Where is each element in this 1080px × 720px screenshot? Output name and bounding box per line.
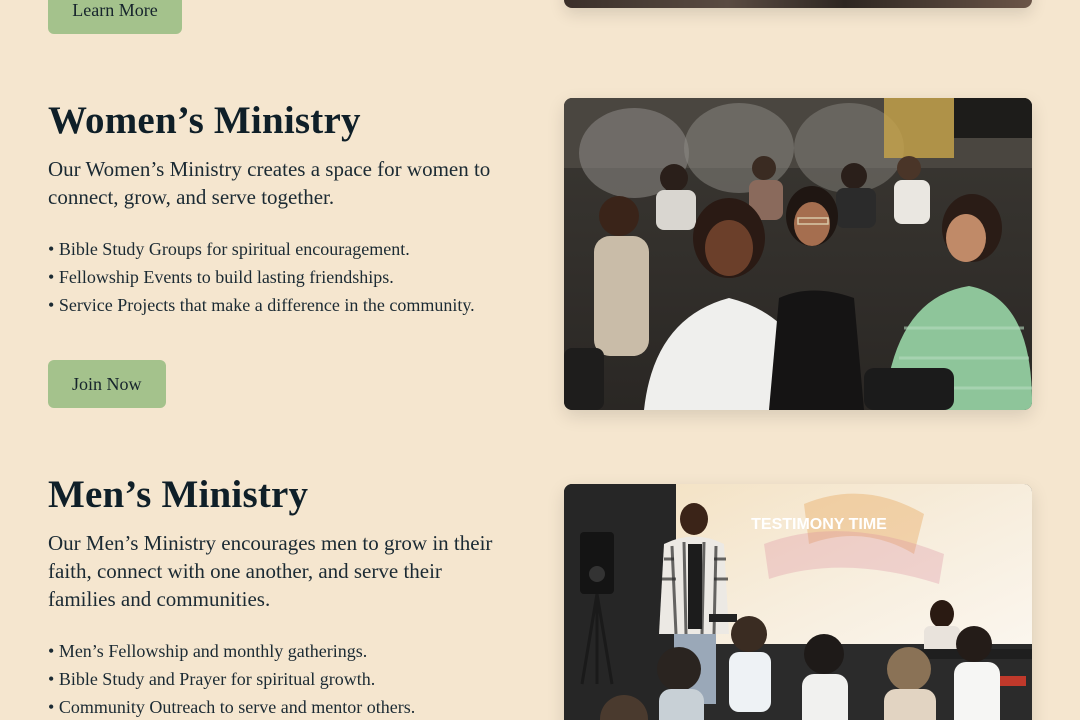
list-item: Men’s Fellowship and monthly gatherings. — [48, 637, 518, 665]
womens-ministry-title: Women’s Ministry — [48, 99, 361, 142]
page: Learn More Women’s Ministry Our Women’s … — [0, 0, 1080, 720]
mens-ministry-list: Men’s Fellowship and monthly gatherings.… — [48, 637, 518, 720]
womens-ministry-photo — [564, 98, 1032, 410]
list-item: Service Projects that make a difference … — [48, 291, 518, 319]
womens-ministry-list: Bible Study Groups for spiritual encoura… — [48, 235, 518, 319]
list-item: Fellowship Events to build lasting frien… — [48, 263, 518, 291]
mens-ministry-photo: TESTIMONY TIME — [564, 484, 1032, 720]
join-now-button[interactable]: Join Now — [48, 360, 166, 408]
list-item: Community Outreach to serve and mentor o… — [48, 693, 518, 720]
previous-ministry-photo — [564, 0, 1032, 8]
list-item: Bible Study and Prayer for spiritual gro… — [48, 665, 518, 693]
learn-more-button[interactable]: Learn More — [48, 0, 182, 34]
mens-ministry-intro: Our Men’s Ministry encourages men to gro… — [48, 531, 493, 611]
womens-ministry-intro: Our Women’s Ministry creates a space for… — [48, 157, 491, 209]
mens-ministry-title: Men’s Ministry — [48, 473, 309, 516]
list-item: Bible Study Groups for spiritual encoura… — [48, 235, 518, 263]
testimony-time-screen-text: TESTIMONY TIME — [751, 516, 887, 533]
